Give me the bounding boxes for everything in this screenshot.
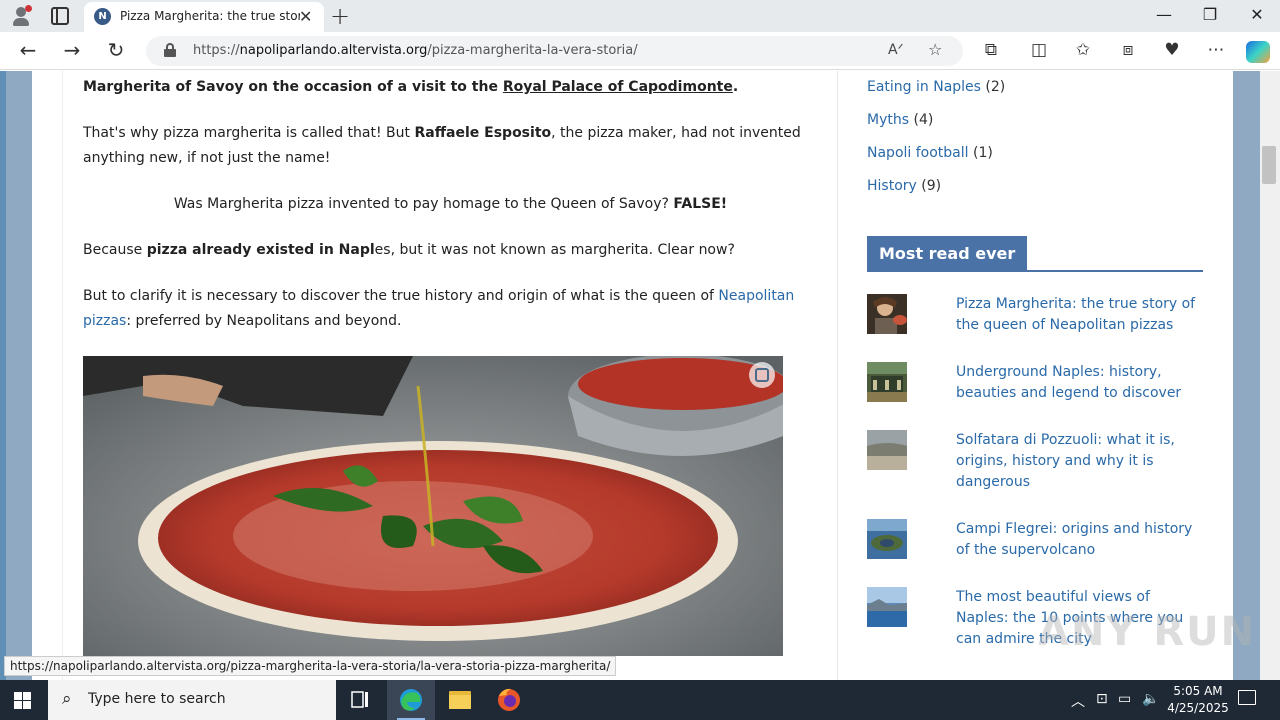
address-bar[interactable]: https://napoliparlando.altervista.org/pi… (146, 36, 963, 66)
read-aloud-icon[interactable]: Aᐟ (888, 42, 904, 58)
article-thumbnail[interactable] (867, 294, 907, 334)
window-close-icon[interactable]: ✕ (1234, 5, 1280, 24)
search-icon: ⌕ (62, 689, 72, 709)
paragraph-5: But to clarify it is necessary to discov… (83, 288, 795, 329)
tab-strip: N Pizza Margherita: the true story of th… (0, 0, 1280, 32)
tab-close-icon[interactable]: ✕ (299, 7, 312, 26)
show-hidden-icons[interactable]: ︿ (1071, 691, 1085, 711)
refresh-icon[interactable]: ↻ (101, 38, 131, 62)
tab-title: Pizza Margherita: the true story of the … (120, 9, 300, 23)
search-placeholder: Type here to search (88, 691, 226, 707)
sidebar-divider (837, 71, 838, 680)
restore-icon[interactable]: ❐ (1187, 5, 1233, 24)
favorite-star-icon[interactable]: ☆ (928, 40, 942, 59)
windows-start-icon[interactable] (14, 692, 32, 710)
category-eating-in-naples[interactable]: Eating in Naples (2) (867, 79, 1005, 95)
navigation-bar: ← → ↻ https://napoliparlando.altervista.… (0, 32, 1280, 70)
paragraph-1: Margherita of Savoy on the occasion of a… (83, 79, 739, 95)
url-text: https://napoliparlando.altervista.org/pi… (193, 43, 638, 58)
new-tab-icon[interactable]: + (330, 2, 350, 30)
back-icon[interactable]: ← (13, 38, 43, 62)
tab-actions-icon[interactable] (51, 7, 69, 25)
profile-icon[interactable] (10, 5, 32, 27)
content-border (62, 71, 63, 680)
article-thumbnail[interactable] (867, 430, 907, 470)
anyrun-watermark: ANY RUN (1038, 609, 1257, 655)
category-napoli-football[interactable]: Napoli football (1) (867, 145, 993, 161)
pizza-margherita-image[interactable] (83, 356, 783, 656)
forward-icon[interactable]: → (57, 38, 87, 62)
performance-icon[interactable]: ♥ (1160, 40, 1184, 60)
split-screen-icon[interactable]: ◫ (1027, 40, 1051, 60)
minimize-icon[interactable]: — (1141, 5, 1187, 24)
network-icon[interactable]: ▭ (1118, 691, 1131, 707)
scrollbar-thumb[interactable] (1262, 146, 1276, 184)
web-page: Margherita of Savoy on the occasion of a… (0, 71, 1280, 680)
clock-date: 4/25/2025 (1167, 701, 1229, 715)
lock-icon[interactable] (164, 43, 176, 57)
most-read-title[interactable]: Underground Naples: history, beauties an… (956, 362, 1206, 404)
extensions-icon[interactable]: ⧉ (979, 40, 1003, 60)
clock-time: 5:05 AM (1173, 684, 1223, 698)
task-view-icon[interactable] (336, 680, 384, 720)
more-menu-icon[interactable]: ⋯ (1204, 40, 1228, 60)
device-icon[interactable]: ⊡ (1096, 691, 1108, 707)
active-tab[interactable]: N Pizza Margherita: the true story of th… (84, 2, 324, 32)
copilot-icon[interactable] (1246, 41, 1270, 63)
category-myths[interactable]: Myths (4) (867, 112, 933, 128)
paragraph-2: That's why pizza margherita is called th… (83, 125, 801, 166)
royal-palace-link[interactable]: Royal Palace of Capodimonte (503, 79, 733, 95)
paragraph-4: Because pizza already existed in Naples,… (83, 242, 735, 258)
firefox-icon[interactable] (485, 680, 533, 720)
most-read-title[interactable]: Solfatara di Pozzuoli: what it is, origi… (956, 430, 1206, 493)
taskbar-search[interactable]: ⌕ Type here to search (48, 680, 336, 720)
status-bar-url: https://napoliparlando.altervista.org/pi… (4, 656, 617, 676)
article-thumbnail[interactable] (867, 362, 907, 402)
system-clock[interactable]: 5:05 AM 4/25/2025 (1163, 683, 1233, 717)
paragraph-3: Was Margherita pizza invented to pay hom… (173, 196, 728, 212)
favorites-icon[interactable]: ✩ (1071, 40, 1095, 60)
file-explorer-icon[interactable] (436, 680, 484, 720)
most-read-title[interactable]: Pizza Margherita: the true story of the … (956, 294, 1206, 336)
site-favicon-icon: N (94, 8, 111, 25)
most-read-heading: Most read ever (867, 236, 1028, 271)
visual-search-icon[interactable] (749, 362, 775, 388)
collections-icon[interactable]: ⧈ (1116, 40, 1140, 60)
most-read-title[interactable]: Campi Flegrei: origins and history of th… (956, 519, 1206, 561)
category-history[interactable]: History (9) (867, 178, 941, 194)
windows-taskbar: ⌕ Type here to search ︿ ⊡ ▭ 🔈 5:05 AM 4/… (0, 680, 1280, 720)
notifications-icon[interactable] (1238, 690, 1256, 705)
heading-underline (867, 270, 1203, 272)
edge-taskbar-icon[interactable] (387, 680, 435, 720)
article-thumbnail[interactable] (867, 519, 907, 559)
article-thumbnail[interactable] (867, 587, 907, 627)
page-edge (0, 71, 6, 680)
volume-icon[interactable]: 🔈 (1142, 691, 1159, 707)
